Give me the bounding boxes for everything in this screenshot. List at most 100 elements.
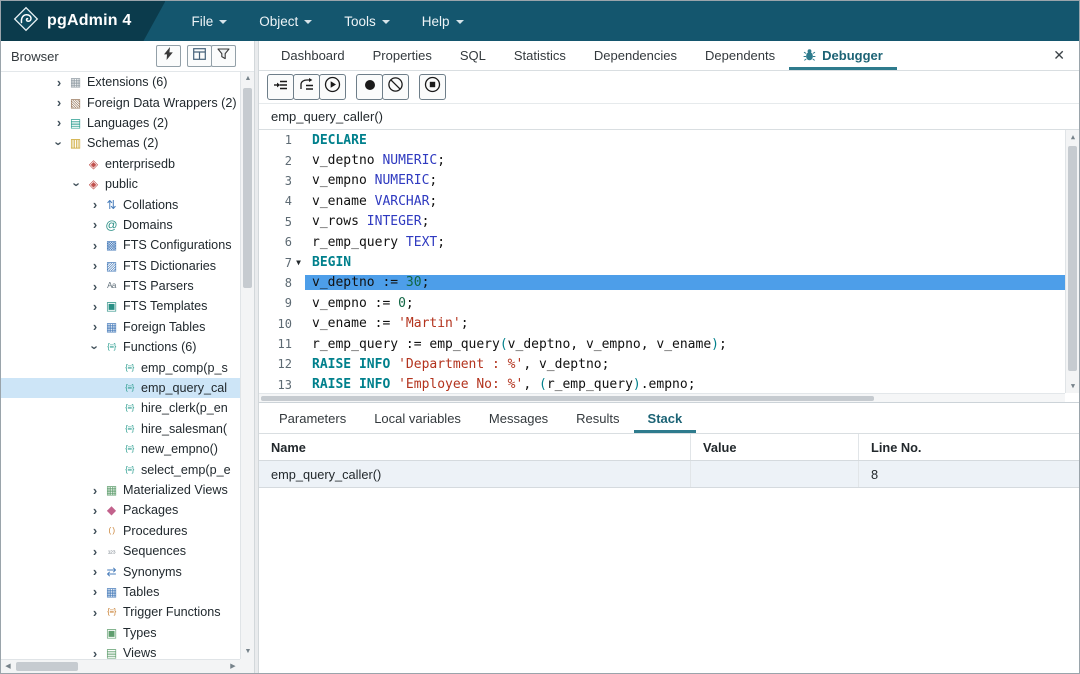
tree-item-materialized-views[interactable]: ›▦Materialized Views — [1, 480, 240, 500]
browser-hscroll-thumb[interactable] — [16, 662, 78, 671]
tree-item-tables[interactable]: ›▦Tables — [1, 582, 240, 602]
line-number-gutter[interactable]: 9 — [259, 296, 305, 310]
tab-messages[interactable]: Messages — [475, 403, 562, 433]
line-number-gutter[interactable]: 13 — [259, 378, 305, 392]
line-number[interactable]: 8 — [285, 276, 292, 290]
chevron-down-icon[interactable]: › — [87, 341, 103, 354]
line-number[interactable]: 13 — [278, 378, 292, 392]
tree-item-fts-configurations[interactable]: ›▩FTS Configurations — [1, 235, 240, 255]
tab-local-variables[interactable]: Local variables — [360, 403, 475, 433]
tab-debugger[interactable]: Debugger — [789, 41, 897, 70]
editor-horizontal-scrollbar[interactable] — [259, 393, 1065, 402]
tree-item-fts-dictionaries[interactable]: ›▨FTS Dictionaries — [1, 256, 240, 276]
tab-sql[interactable]: SQL — [446, 41, 500, 70]
tree-item-types[interactable]: ▣Types — [1, 623, 240, 643]
chevron-right-icon[interactable]: › — [87, 504, 103, 517]
scroll-right-arrow[interactable]: ▶ — [226, 660, 240, 673]
editor-vscroll-thumb[interactable] — [1068, 146, 1077, 371]
tree-item-emp-query-cal[interactable]: {≡}emp_query_cal — [1, 378, 240, 398]
chevron-down-icon[interactable]: › — [51, 137, 67, 150]
chevron-right-icon[interactable]: › — [87, 280, 103, 293]
browser-vertical-scrollbar[interactable]: ▲ ▼ — [240, 72, 254, 659]
menu-tools[interactable]: Tools — [344, 14, 390, 29]
continue-button[interactable] — [319, 74, 346, 100]
line-number-gutter[interactable]: 11 — [259, 337, 305, 351]
step-over-button[interactable] — [293, 74, 320, 100]
line-number[interactable]: 3 — [285, 174, 292, 188]
scroll-up-arrow[interactable]: ▲ — [241, 72, 254, 86]
tree-item-foreign-tables[interactable]: ›▦Foreign Tables — [1, 317, 240, 337]
scroll-left-arrow[interactable]: ◀ — [1, 660, 15, 673]
tab-stack[interactable]: Stack — [634, 403, 697, 433]
tree-item-public[interactable]: ›◈public — [1, 174, 240, 194]
tree-item-packages[interactable]: ›◆Packages — [1, 500, 240, 520]
clear-all-breakpoints-button[interactable] — [382, 74, 409, 100]
tree-item-schemas-2[interactable]: ›▥Schemas (2) — [1, 133, 240, 153]
line-number[interactable]: 2 — [285, 154, 292, 168]
tree-item-hire-clerk-p-en[interactable]: {≡}hire_clerk(p_en — [1, 398, 240, 418]
tab-properties[interactable]: Properties — [359, 41, 446, 70]
panel-close-button[interactable]: ✕ — [1039, 41, 1079, 70]
editor-scroll-down-arrow[interactable]: ▼ — [1066, 379, 1080, 393]
step-into-button[interactable] — [267, 74, 294, 100]
line-number[interactable]: 12 — [278, 357, 292, 371]
line-number-gutter[interactable]: 12 — [259, 357, 305, 371]
tab-parameters[interactable]: Parameters — [265, 403, 360, 433]
line-number-gutter[interactable]: 1 — [259, 133, 305, 147]
chevron-right-icon[interactable]: › — [87, 565, 103, 578]
tab-results[interactable]: Results — [562, 403, 633, 433]
browser-vscroll-thumb[interactable] — [243, 88, 252, 288]
line-number-gutter[interactable]: 4 — [259, 194, 305, 208]
line-number-gutter[interactable]: 2 — [259, 154, 305, 168]
line-number[interactable]: 9 — [285, 296, 292, 310]
line-number-gutter[interactable]: 10 — [259, 317, 305, 331]
chevron-right-icon[interactable]: › — [87, 300, 103, 313]
line-number[interactable]: 1 — [285, 133, 292, 147]
chevron-right-icon[interactable]: › — [87, 239, 103, 252]
tab-dashboard[interactable]: Dashboard — [267, 41, 359, 70]
tab-dependencies[interactable]: Dependencies — [580, 41, 691, 70]
tree-item-views[interactable]: ›▤Views — [1, 643, 240, 659]
line-number-gutter[interactable]: 7▼ — [259, 256, 305, 270]
line-number[interactable]: 4 — [285, 194, 292, 208]
tree-item-emp-comp-p-s[interactable]: {≡}emp_comp(p_s — [1, 357, 240, 377]
tree-item-extensions-6[interactable]: ›▦Extensions (6) — [1, 72, 240, 92]
line-number[interactable]: 5 — [285, 215, 292, 229]
chevron-right-icon[interactable]: › — [87, 259, 103, 272]
line-number[interactable]: 11 — [278, 337, 292, 351]
menu-file[interactable]: File — [191, 14, 227, 29]
stop-button[interactable] — [419, 74, 446, 100]
tree-item-fts-parsers[interactable]: ›AaFTS Parsers — [1, 276, 240, 296]
line-number-gutter[interactable]: 8 — [259, 276, 305, 290]
tree-item-domains[interactable]: ›@Domains — [1, 215, 240, 235]
line-number[interactable]: 10 — [278, 317, 292, 331]
view-data-button[interactable] — [187, 45, 212, 67]
stack-frame-row[interactable]: emp_query_caller()8 — [259, 461, 1079, 488]
tree-item-languages-2[interactable]: ›▤Languages (2) — [1, 113, 240, 133]
line-number[interactable]: 6 — [285, 235, 292, 249]
line-number-gutter[interactable]: 5 — [259, 215, 305, 229]
menu-object[interactable]: Object — [259, 14, 312, 29]
chevron-right-icon[interactable]: › — [87, 585, 103, 598]
chevron-right-icon[interactable]: › — [87, 320, 103, 333]
line-number[interactable]: 7 — [285, 256, 292, 270]
chevron-down-icon[interactable]: › — [69, 178, 85, 191]
tree-item-synonyms[interactable]: ›⇄Synonyms — [1, 561, 240, 581]
tree-item-hire-salesman[interactable]: {≡}hire_salesman( — [1, 419, 240, 439]
chevron-right-icon[interactable]: › — [87, 606, 103, 619]
filter-button[interactable] — [211, 45, 236, 67]
toggle-breakpoint-button[interactable] — [356, 74, 383, 100]
editor-vertical-scrollbar[interactable]: ▲ ▼ — [1065, 130, 1079, 393]
menu-help[interactable]: Help — [422, 14, 464, 29]
tree-item-procedures[interactable]: ›( )Procedures — [1, 521, 240, 541]
chevron-right-icon[interactable]: › — [87, 484, 103, 497]
tree-item-trigger-functions[interactable]: ›{≡}Trigger Functions — [1, 602, 240, 622]
tree-item-functions-6[interactable]: ›{≡}Functions (6) — [1, 337, 240, 357]
chevron-right-icon[interactable]: › — [87, 524, 103, 537]
chevron-right-icon[interactable]: › — [51, 116, 67, 129]
tree-item-collations[interactable]: ›⇅Collations — [1, 194, 240, 214]
editor-scroll-up-arrow[interactable]: ▲ — [1066, 130, 1080, 144]
scroll-down-arrow[interactable]: ▼ — [241, 645, 254, 659]
fold-marker-icon[interactable]: ▼ — [292, 258, 305, 267]
chevron-right-icon[interactable]: › — [51, 96, 67, 109]
